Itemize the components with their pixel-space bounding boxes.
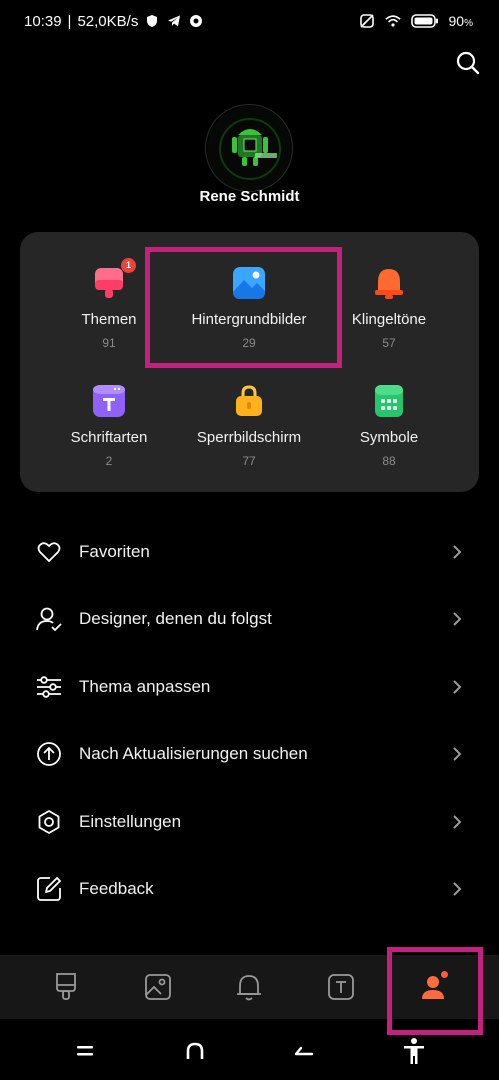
themes-badge: 1 xyxy=(121,258,136,273)
fonts-tab[interactable] xyxy=(311,957,371,1017)
icons-icon xyxy=(372,384,406,418)
category-count: 77 xyxy=(242,454,256,468)
menu-item-customize-theme[interactable]: Thema anpassen xyxy=(0,653,499,721)
category-icons[interactable]: Symbole 88 xyxy=(314,384,464,468)
category-label: Schriftarten xyxy=(70,429,148,446)
font-icon xyxy=(92,384,126,418)
menu-item-followed-designers[interactable]: Designer, denen du folgst xyxy=(0,586,499,654)
no-sim-icon xyxy=(359,13,375,29)
search-button[interactable] xyxy=(455,50,481,76)
menu-item-favorites[interactable]: Favoriten xyxy=(0,518,499,586)
chrome-icon xyxy=(188,13,204,29)
menu-label: Feedback xyxy=(79,879,154,899)
chevron-right-icon xyxy=(453,882,462,896)
chevron-right-icon xyxy=(453,747,462,761)
wifi-icon xyxy=(384,13,401,29)
accessibility-button[interactable] xyxy=(394,1031,434,1071)
back-button[interactable] xyxy=(284,1031,324,1071)
status-right: 90% xyxy=(359,13,473,29)
android-avatar-icon xyxy=(207,106,292,191)
menu-item-feedback[interactable]: Feedback xyxy=(0,856,499,924)
home-icon xyxy=(186,1042,203,1059)
wallpapers-tab[interactable] xyxy=(128,957,188,1017)
image-icon xyxy=(144,974,171,1000)
themes-icon: 1 xyxy=(92,258,136,300)
person-check-icon xyxy=(36,606,62,632)
feedback-icon xyxy=(36,876,62,902)
user-name[interactable]: Rene Schmidt xyxy=(0,188,499,205)
status-time: 10:39 xyxy=(24,12,62,30)
home-button[interactable] xyxy=(175,1031,215,1071)
wallpapers-highlight-box xyxy=(145,247,342,368)
update-icon xyxy=(36,741,62,767)
menu-item-settings[interactable]: Einstellungen xyxy=(0,788,499,856)
font-icon xyxy=(328,974,355,1000)
menu-label: Nach Aktualisierungen suchen xyxy=(79,744,308,764)
category-count: 88 xyxy=(382,454,396,468)
recents-button[interactable] xyxy=(65,1031,105,1071)
telegram-icon xyxy=(166,13,182,29)
menu-icon xyxy=(76,1046,93,1056)
settings-icon xyxy=(36,809,62,835)
ringtones-tab[interactable] xyxy=(219,957,279,1017)
battery-level: 90% xyxy=(448,13,473,29)
ringtone-icon xyxy=(372,266,406,300)
category-fonts[interactable]: Schriftarten 2 xyxy=(34,384,184,468)
chevron-right-icon xyxy=(453,545,462,559)
menu-label: Designer, denen du folgst xyxy=(79,609,272,629)
bell-icon xyxy=(237,975,262,1001)
menu-label: Thema anpassen xyxy=(79,676,211,696)
accessibility-icon xyxy=(404,1038,425,1064)
sliders-icon xyxy=(36,674,62,700)
chevron-right-icon xyxy=(453,612,462,626)
brush-icon xyxy=(55,973,76,1000)
status-separator: | xyxy=(67,12,72,30)
menu-item-check-updates[interactable]: Nach Aktualisierungen suchen xyxy=(0,721,499,789)
status-bar: 10:39 | 52,0KB/s 90% xyxy=(0,0,499,42)
category-label: Symbole xyxy=(359,429,419,446)
category-lockscreen[interactable]: Sperrbildschirm 77 xyxy=(174,384,324,468)
vpn-shield-icon xyxy=(144,13,160,29)
heart-icon xyxy=(36,539,62,565)
status-network-speed: 52,0KB/s xyxy=(77,12,139,30)
search-icon xyxy=(456,51,480,75)
menu-list: Favoriten Designer, denen du folgst Them… xyxy=(0,518,499,923)
menu-label: Favoriten xyxy=(79,541,150,561)
category-label: Sperrbildschirm xyxy=(196,429,302,446)
chevron-right-icon xyxy=(453,680,462,694)
themes-tab[interactable] xyxy=(36,957,96,1017)
avatar[interactable] xyxy=(205,104,293,192)
status-left: 10:39 | 52,0KB/s xyxy=(24,13,204,30)
back-icon xyxy=(295,1046,314,1056)
lockscreen-icon xyxy=(232,384,266,418)
chevron-right-icon xyxy=(453,815,462,829)
category-count: 2 xyxy=(105,454,113,468)
system-nav-bar xyxy=(0,1022,499,1080)
battery-icon xyxy=(410,13,439,29)
menu-label: Einstellungen xyxy=(79,811,182,831)
